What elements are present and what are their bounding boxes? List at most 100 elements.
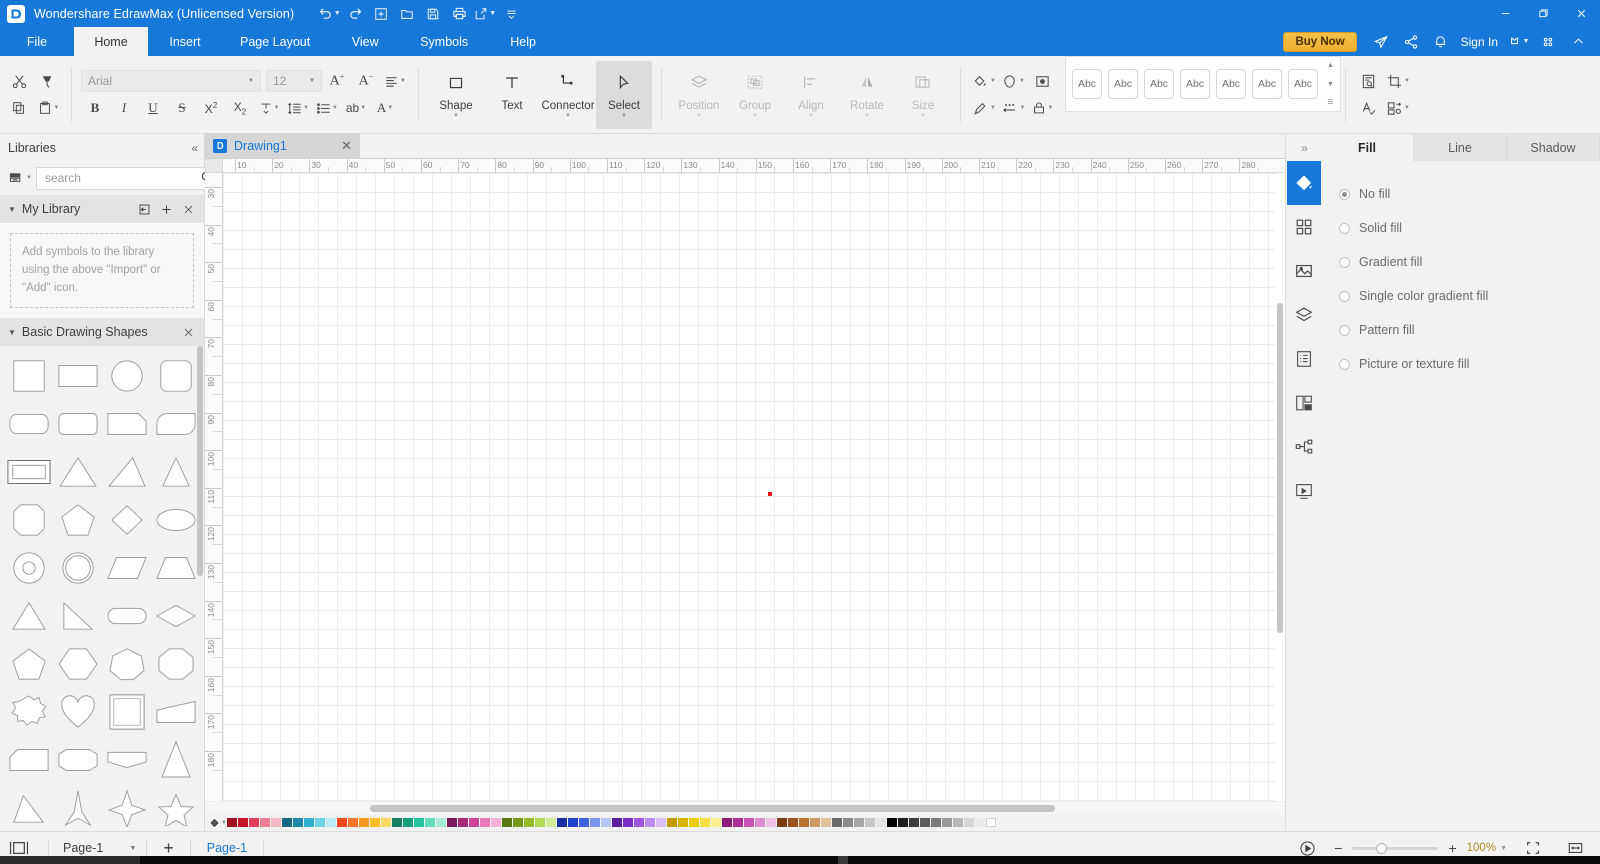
account-icon[interactable]: ▼ [1504,28,1532,55]
palette-swatch[interactable] [502,818,512,827]
shape-parallelogram[interactable] [102,544,151,592]
shape-circle[interactable] [102,352,151,400]
tab-fill[interactable]: Fill [1321,134,1414,161]
canvas-horizontal-scrollbar[interactable] [205,801,1285,814]
library-drawer-icon[interactable]: ▼ [8,171,32,186]
style-preset[interactable]: Abc [1252,69,1282,99]
shape-nested-rect[interactable] [4,448,53,496]
shape-octagon-rect[interactable] [4,496,53,544]
notification-bell-icon[interactable] [1427,28,1455,55]
palette-swatch[interactable] [480,818,490,827]
shape-rectangle[interactable] [53,352,102,400]
shape-tool[interactable]: Shape ▼ [428,61,484,129]
palette-swatch[interactable] [766,818,776,827]
shape-right-triangle[interactable] [53,592,102,640]
page-view-icon[interactable] [0,840,38,856]
shape-ring[interactable] [53,544,102,592]
page-panel-icon[interactable] [1287,337,1321,381]
subscript-icon[interactable]: X2 [226,96,254,121]
radio-icon[interactable] [1339,222,1350,234]
line-color-icon[interactable]: ▼ [970,96,998,121]
shape-octagon[interactable] [151,640,200,688]
expand-triangle-icon[interactable]: ▼ [8,328,16,337]
shape-starburst[interactable] [4,688,53,736]
style-preset[interactable]: Abc [1288,69,1318,99]
collapse-sidebar-icon[interactable]: « [191,141,198,155]
style-preset[interactable]: Abc [1216,69,1246,99]
shape-wedge[interactable] [151,688,200,736]
palette-swatch[interactable] [524,818,534,827]
shape-notched-bar[interactable] [102,736,151,784]
fit-width-icon[interactable] [1559,840,1592,856]
palette-swatch[interactable] [315,818,325,827]
radio-icon[interactable] [1339,290,1350,302]
shape-effects-icon[interactable] [1028,69,1056,94]
shape-four-point-star[interactable] [102,784,151,831]
palette-swatch[interactable] [271,818,281,827]
expand-triangle-icon[interactable]: ▼ [8,205,16,214]
search-input-wrapper[interactable] [35,166,220,190]
underline-icon[interactable]: U [139,96,167,121]
gallery-more[interactable]: ☰ [1327,99,1334,106]
palette-swatch[interactable] [557,818,567,827]
palette-swatch[interactable] [348,818,358,827]
radio-icon[interactable] [1339,188,1350,200]
gallery-scroll-up[interactable]: ▲ [1327,62,1334,69]
font-color-icon[interactable]: A ▼ [371,96,399,121]
fill-option-gradient-fill[interactable]: Gradient fill [1339,245,1600,279]
palette-swatch[interactable] [304,818,314,827]
palette-swatch[interactable] [634,818,644,827]
palette-swatch[interactable] [942,818,952,827]
font-size-select[interactable]: 12 ▼ [266,70,322,92]
zoom-out-button[interactable]: − [1334,841,1342,855]
format-painter-icon[interactable] [34,69,62,94]
palette-swatch[interactable] [392,818,402,827]
sign-in-button[interactable]: Sign In [1461,35,1498,49]
shadow-icon[interactable]: ▼ [999,69,1027,94]
shape-slanted-quad[interactable] [4,784,53,831]
shape-donut[interactable] [4,544,53,592]
symbols-panel-icon[interactable] [1287,205,1321,249]
shape-heptagon[interactable] [102,640,151,688]
fit-page-icon[interactable] [1517,840,1549,856]
add-library-icon[interactable] [158,203,174,216]
document-tab[interactable]: Drawing1 ✕ [205,133,360,158]
palette-swatch[interactable] [370,818,380,827]
drawing-canvas[interactable] [223,173,1285,801]
radio-icon[interactable] [1339,358,1350,370]
palette-swatch[interactable] [436,818,446,827]
shape-rounded-rect-small[interactable] [4,400,53,448]
palette-swatch[interactable] [964,818,974,827]
palette-swatch[interactable] [249,818,259,827]
palette-swatch[interactable] [843,818,853,827]
palette-swatch[interactable] [601,818,611,827]
add-page-button[interactable]: + [157,839,180,857]
find-replace-icon[interactable] [1355,69,1383,94]
palette-swatch[interactable] [293,818,303,827]
palette-swatch[interactable] [953,818,963,827]
fill-option-solid-fill[interactable]: Solid fill [1339,211,1600,245]
shape-trapezoid[interactable] [151,544,200,592]
increase-font-size-icon[interactable]: A+ [323,69,351,94]
palette-swatch[interactable] [491,818,501,827]
bold-icon[interactable]: B [81,96,109,121]
shape-rounded-square[interactable] [151,352,200,400]
palette-swatch[interactable] [612,818,622,827]
library-section-my-library[interactable]: ▼ My Library [0,195,204,223]
palette-swatch[interactable] [810,818,820,827]
palette-swatch[interactable] [689,818,699,827]
palette-swatch[interactable] [425,818,435,827]
bullets-icon[interactable]: ▼ [313,96,341,121]
menu-insert[interactable]: Insert [148,27,222,56]
palette-swatch[interactable] [667,818,677,827]
library-section-basic-drawing-shapes[interactable]: ▼ Basic Drawing Shapes [0,318,204,347]
export-icon[interactable]: ▼ [472,3,498,25]
palette-swatch[interactable] [909,818,919,827]
palette-swatch[interactable] [447,818,457,827]
line-spacing-icon[interactable]: ▼ [284,96,312,121]
lock-icon[interactable]: ▼ [1028,96,1056,121]
palette-swatch[interactable] [337,818,347,827]
share-icon[interactable] [1397,28,1425,55]
undo-icon[interactable]: ▼ [316,3,342,25]
shape-hexagon[interactable] [53,640,102,688]
